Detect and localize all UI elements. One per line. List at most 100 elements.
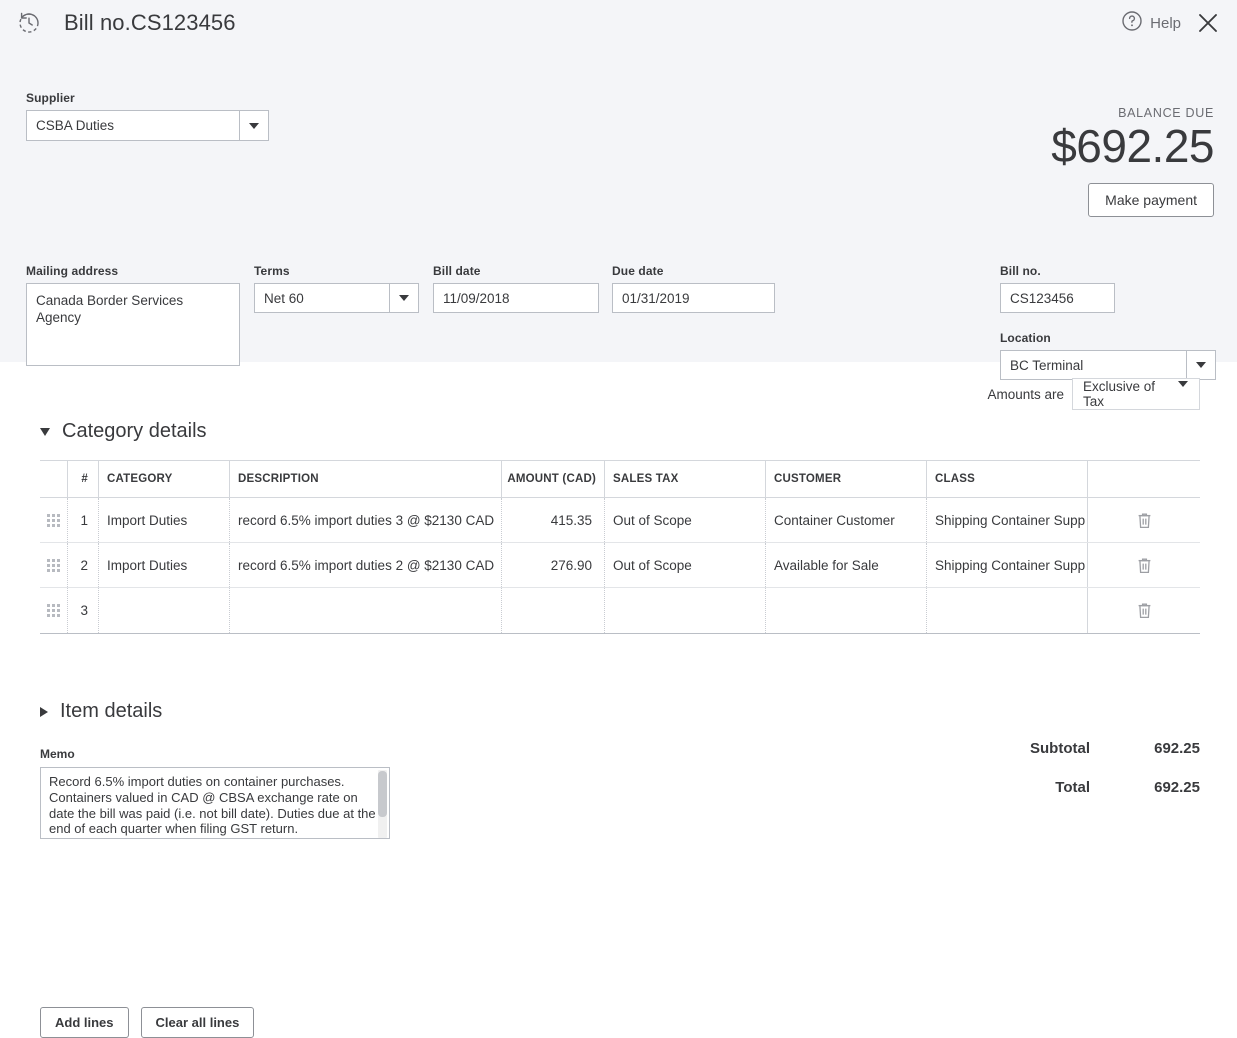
mailing-address-input[interactable]: Canada Border Services Agency [26,283,240,366]
close-x-icon[interactable] [1195,10,1221,36]
header-description: DESCRIPTION [230,461,502,497]
terms-value: Net 60 [264,290,304,306]
location-select[interactable]: BC Terminal [1000,350,1216,380]
help-label: Help [1150,14,1181,32]
row-amount[interactable]: 276.90 [502,543,605,587]
terms-label: Terms [254,264,290,278]
triangle-right-icon [40,706,48,717]
location-value: BC Terminal [1010,357,1084,373]
bill-no-input[interactable]: CS123456 [1000,283,1115,313]
amounts-are-label: Amounts are [987,386,1064,402]
row-customer[interactable] [766,588,927,633]
history-clock-icon[interactable] [14,8,44,38]
amounts-are-select[interactable]: Exclusive of Tax [1072,378,1200,410]
chevron-down-icon[interactable] [389,284,418,312]
mailing-address-field: Mailing address Canada Border Services A… [26,264,240,366]
help-button[interactable]: Help [1121,10,1181,37]
drag-handle-icon[interactable] [40,543,68,587]
header-class: CLASS [927,461,1088,497]
bill-date-input[interactable]: 11/09/2018 [433,283,599,313]
item-details-toggle[interactable]: Item details [40,700,162,723]
row-class[interactable] [927,588,1088,633]
mailing-address-label: Mailing address [26,264,119,278]
header-num: # [68,461,99,497]
bill-date-value: 11/09/2018 [443,290,510,306]
add-lines-button[interactable]: Add lines [40,1007,129,1038]
bill-header-panel: Supplier CSBA Duties BALANCE DUE $692.25… [0,46,1237,380]
bill-no-field: Bill no. CS123456 [1000,264,1115,313]
clear-all-lines-button[interactable]: Clear all lines [140,1007,255,1038]
delete-row-button[interactable] [1088,543,1200,587]
category-details-table: # CATEGORY DESCRIPTION AMOUNT (CAD) SALE… [40,460,1200,634]
amounts-are-control: Amounts are Exclusive of Tax [987,378,1200,410]
row-description[interactable]: record 6.5% import duties 3 @ $2130 CAD [230,498,502,542]
memo-scrollbar-thumb[interactable] [378,771,387,817]
memo-field: Memo Record 6.5% import duties on contai… [40,747,390,839]
location-label: Location [1000,331,1051,345]
due-date-input[interactable]: 01/31/2019 [612,283,775,313]
delete-row-button[interactable] [1088,498,1200,542]
header-customer: CUSTOMER [766,461,927,497]
supplier-label: Supplier [26,91,75,105]
total-row: Total 692.25 [900,779,1200,796]
window-header: Bill no.CS123456 Help [0,0,1237,46]
table-row[interactable]: 3 [40,588,1200,633]
memo-input[interactable]: Record 6.5% import duties on container p… [40,767,390,839]
supplier-select[interactable]: CSBA Duties [26,110,269,141]
table-row[interactable]: 1 Import Duties record 6.5% import dutie… [40,498,1200,543]
row-category[interactable]: Import Duties [99,543,230,587]
header-delete-col [1088,461,1200,497]
row-class[interactable]: Shipping Container Supp [927,498,1088,542]
question-circle-icon [1121,10,1143,37]
delete-row-button[interactable] [1088,588,1200,633]
row-customer[interactable]: Container Customer [766,498,927,542]
category-details-title: Category details [62,420,207,442]
row-sales-tax[interactable] [605,588,766,633]
make-payment-button[interactable]: Make payment [1088,183,1214,217]
header-amount: AMOUNT (CAD) [502,461,605,497]
supplier-field: Supplier CSBA Duties [26,91,269,141]
row-number: 2 [68,543,99,587]
trash-icon [1137,512,1152,529]
header-sales-tax: SALES TAX [605,461,766,497]
bill-no-value: CS123456 [1010,290,1074,306]
row-class[interactable]: Shipping Container Supp [927,543,1088,587]
table-action-buttons: Add lines Clear all lines [40,1007,255,1038]
row-number: 3 [68,588,99,633]
header-actions: Help [1121,10,1221,37]
drag-handle-icon[interactable] [40,588,68,633]
terms-select[interactable]: Net 60 [254,283,419,313]
chevron-down-icon [1178,380,1199,402]
bill-date-field: Bill date 11/09/2018 [433,264,599,313]
row-category[interactable]: Import Duties [99,498,230,542]
chevron-down-icon[interactable] [1186,351,1215,379]
total-label: Total [1055,779,1090,796]
location-field: Location BC Terminal [1000,331,1216,380]
memo-text: Record 6.5% import duties on container p… [49,774,376,837]
due-date-field: Due date 01/31/2019 [612,264,775,313]
row-sales-tax[interactable]: Out of Scope [605,543,766,587]
category-details-toggle[interactable]: Category details [40,420,207,443]
header-drag-col [40,461,68,497]
bill-date-label: Bill date [433,264,481,278]
row-number: 1 [68,498,99,542]
subtotal-label: Subtotal [1030,740,1090,757]
table-row[interactable]: 2 Import Duties record 6.5% import dutie… [40,543,1200,588]
supplier-value: CSBA Duties [36,118,115,133]
balance-due-label: BALANCE DUE [1118,106,1214,120]
chevron-down-icon[interactable] [239,111,268,140]
subtotal-row: Subtotal 692.25 [900,740,1200,757]
row-description[interactable] [230,588,502,633]
row-amount[interactable]: 415.35 [502,498,605,542]
row-category[interactable] [99,588,230,633]
memo-label: Memo [40,747,75,761]
row-amount[interactable] [502,588,605,633]
total-value: 692.25 [1154,779,1200,796]
triangle-down-icon [40,427,50,436]
page-title: Bill no.CS123456 [64,10,236,35]
drag-handle-icon[interactable] [40,498,68,542]
row-sales-tax[interactable]: Out of Scope [605,498,766,542]
row-customer[interactable]: Available for Sale [766,543,927,587]
row-description[interactable]: record 6.5% import duties 2 @ $2130 CAD [230,543,502,587]
totals-block: Subtotal 692.25 Total 692.25 [900,740,1200,818]
